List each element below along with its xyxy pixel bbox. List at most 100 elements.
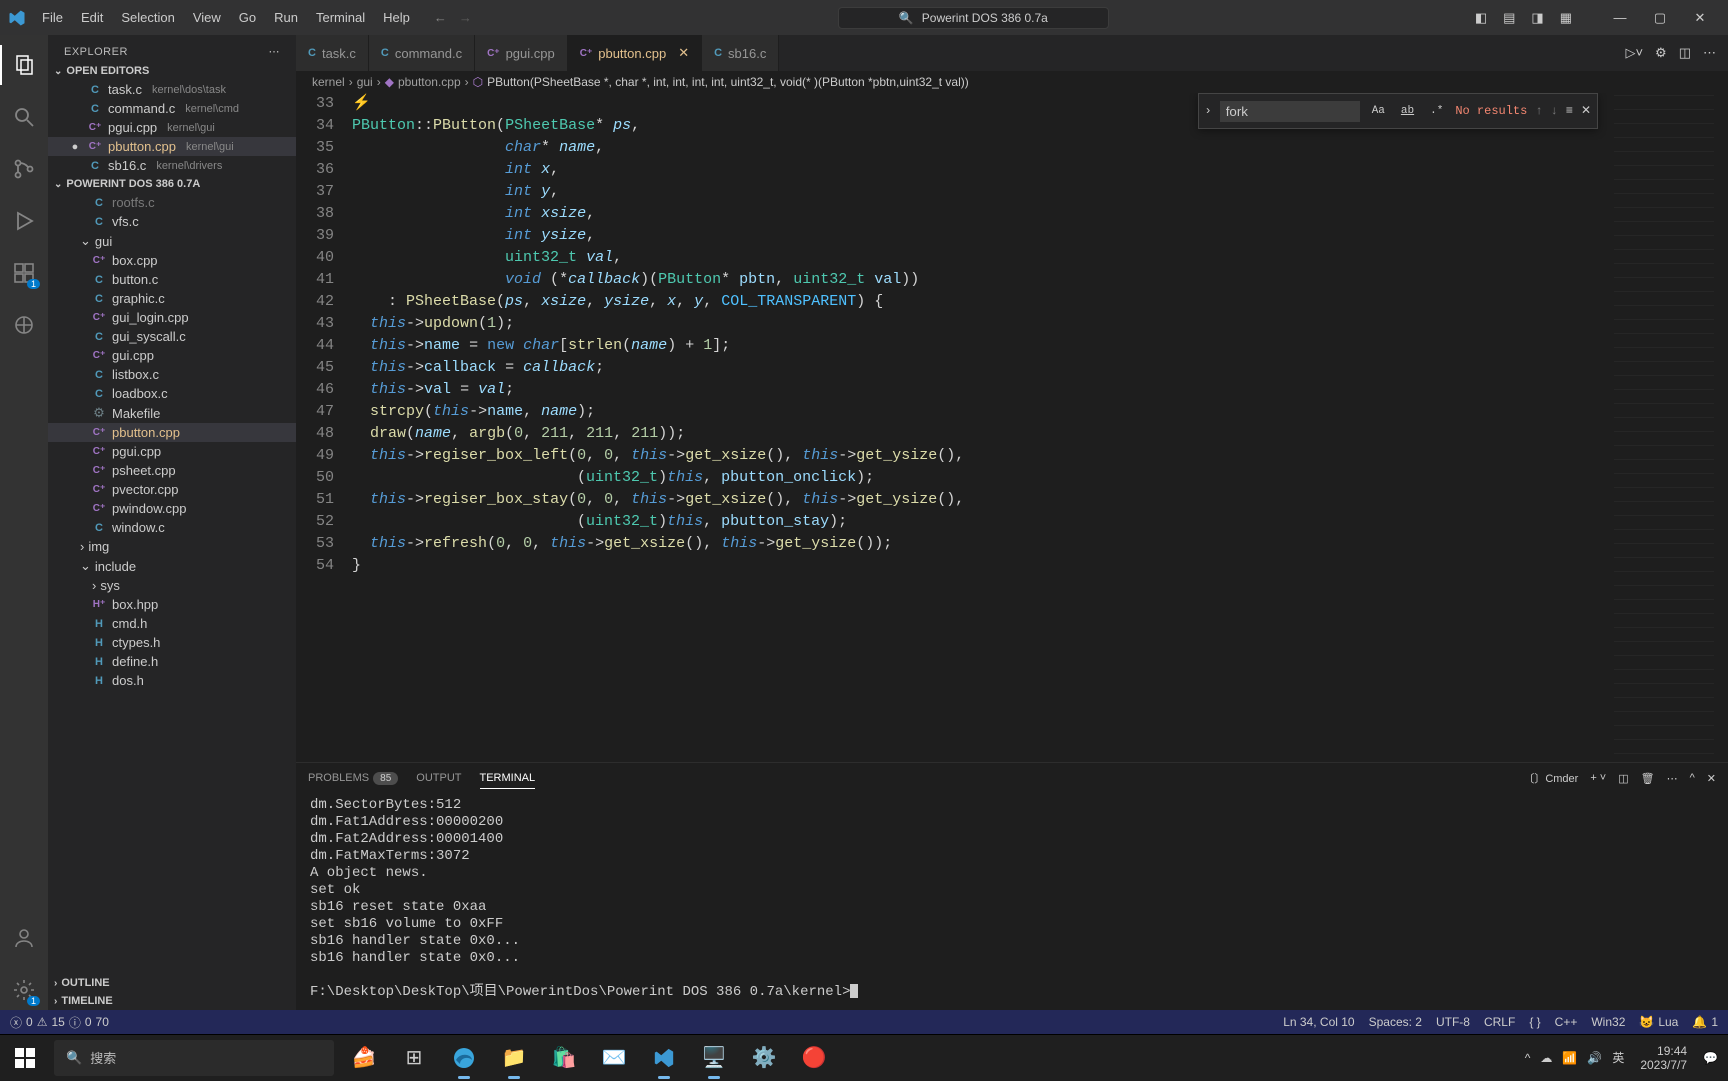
open-editor-item[interactable]: ✕C⁺pgui.cppkernel\gui	[48, 118, 296, 137]
taskbar-taskview-icon[interactable]: ⊞	[390, 1035, 438, 1081]
nav-back-icon[interactable]: ←	[434, 10, 447, 25]
folder-item[interactable]: ›img	[48, 537, 296, 556]
terminal-kill-icon[interactable]: 🗑	[1641, 772, 1655, 785]
editor-tab[interactable]: C⁺pbutton.cpp✕	[568, 35, 702, 71]
taskbar-app-cake[interactable]: 🍰	[340, 1035, 388, 1081]
file-item[interactable]: C⁺pgui.cpp	[48, 442, 296, 461]
taskbar-app-settings[interactable]: ⚙️	[740, 1035, 788, 1081]
file-item[interactable]: C⁺gui.cpp	[48, 346, 296, 365]
terminal-output[interactable]: dm.SectorBytes:512 dm.Fat1Address:000002…	[296, 793, 1728, 1010]
status-lua[interactable]: 😺 Lua	[1639, 1015, 1678, 1029]
layout-sidebar-right-icon[interactable]: ◨	[1531, 10, 1543, 26]
find-input[interactable]	[1220, 101, 1360, 122]
menu-help[interactable]: Help	[375, 6, 418, 29]
file-item[interactable]: C⁺gui_login.cpp	[48, 308, 296, 327]
file-item[interactable]: C⁺psheet.cpp	[48, 461, 296, 480]
taskbar-app-vscode[interactable]	[640, 1035, 688, 1081]
find-close-icon[interactable]: ✕	[1581, 100, 1591, 122]
file-item[interactable]: Cloadbox.c	[48, 384, 296, 403]
find-selection-icon[interactable]: ≡	[1566, 100, 1573, 122]
file-item[interactable]: H⁺box.hpp	[48, 595, 296, 614]
status-bell[interactable]: 🔔 1	[1692, 1015, 1718, 1029]
file-item[interactable]: Cwindow.c	[48, 518, 296, 537]
activity-account-icon[interactable]	[0, 918, 48, 958]
activity-extensions-icon[interactable]: 1	[0, 253, 48, 293]
activity-explorer-icon[interactable]	[0, 45, 48, 85]
file-item[interactable]: Crootfs.c	[48, 193, 296, 212]
status-lang-brace[interactable]: { }	[1529, 1015, 1540, 1029]
activity-search-icon[interactable]	[0, 97, 48, 137]
tray-wifi-icon[interactable]: 📶	[1562, 1051, 1577, 1065]
file-item[interactable]: Hdefine.h	[48, 652, 296, 671]
sidebar-more-icon[interactable]: ⋯	[269, 45, 281, 58]
status-spaces[interactable]: Spaces: 2	[1369, 1015, 1422, 1029]
start-button[interactable]	[2, 1035, 48, 1081]
editor-tab[interactable]: C⁺pgui.cpp	[475, 35, 568, 71]
open-editor-item[interactable]: ✕Ctask.ckernel\dos\task	[48, 80, 296, 99]
file-item[interactable]: Hcmd.h	[48, 614, 296, 633]
find-case-icon[interactable]: Aa	[1368, 98, 1389, 124]
menu-edit[interactable]: Edit	[73, 6, 111, 29]
file-item[interactable]: Hctypes.h	[48, 633, 296, 652]
taskbar-app-explorer[interactable]: 📁	[490, 1035, 538, 1081]
panel-tab-terminal[interactable]: TERMINAL	[480, 768, 536, 789]
status-language[interactable]: C++	[1555, 1015, 1578, 1029]
tray-chevron-icon[interactable]: ^	[1525, 1051, 1531, 1065]
tray-volume-icon[interactable]: 🔊	[1587, 1051, 1602, 1065]
find-word-icon[interactable]: ab	[1397, 98, 1418, 124]
outline-header[interactable]: ›OUTLINE	[48, 974, 296, 992]
menu-selection[interactable]: Selection	[113, 6, 182, 29]
taskbar-app-record[interactable]: 🔴	[790, 1035, 838, 1081]
activity-debug-icon[interactable]	[0, 201, 48, 241]
window-minimize-icon[interactable]: —	[1600, 3, 1640, 33]
breadcrumb[interactable]: kernel › gui › ◆ pbutton.cpp › ⬡ PButton…	[296, 71, 1728, 93]
editor-tab[interactable]: Ctask.c	[296, 35, 369, 71]
taskbar-app-mail[interactable]: ✉️	[590, 1035, 638, 1081]
folder-item[interactable]: ›sys	[48, 576, 296, 595]
panel-maximize-icon[interactable]: ^	[1690, 772, 1695, 784]
open-editor-item[interactable]: ●C⁺pbutton.cppkernel\gui	[48, 137, 296, 156]
status-encoding[interactable]: UTF-8	[1436, 1015, 1470, 1029]
find-expand-icon[interactable]: ›	[1205, 100, 1212, 122]
find-prev-icon[interactable]: ↑	[1535, 100, 1542, 122]
activity-scm-icon[interactable]	[0, 149, 48, 189]
menu-go[interactable]: Go	[231, 6, 264, 29]
file-item[interactable]: ⚙Makefile	[48, 403, 296, 423]
menu-terminal[interactable]: Terminal	[308, 6, 373, 29]
file-item[interactable]: C⁺box.cpp	[48, 251, 296, 270]
layout-customize-icon[interactable]: ▦	[1560, 10, 1572, 26]
tab-close-icon[interactable]: ✕	[678, 45, 689, 61]
split-editor-icon[interactable]: ◫	[1679, 45, 1691, 61]
tray-notifications-icon[interactable]: 💬	[1703, 1051, 1718, 1065]
editor-tab[interactable]: Ccommand.c	[369, 35, 475, 71]
file-item[interactable]: C⁺pbutton.cpp	[48, 423, 296, 442]
tab-more-icon[interactable]: ⋯	[1703, 45, 1716, 61]
file-item[interactable]: Cgui_syscall.c	[48, 327, 296, 346]
tray-ime[interactable]: 英	[1612, 1049, 1624, 1066]
panel-close-icon[interactable]: ✕	[1707, 772, 1716, 785]
file-item[interactable]: Cbutton.c	[48, 270, 296, 289]
folder-item[interactable]: ⌄gui	[48, 231, 296, 251]
taskbar-app-vmware[interactable]: 🖥️	[690, 1035, 738, 1081]
command-center[interactable]: 🔍 Powerint DOS 386 0.7a	[838, 7, 1109, 29]
layout-sidebar-left-icon[interactable]: ◧	[1475, 10, 1487, 26]
panel-more-icon[interactable]: ⋯	[1667, 772, 1678, 785]
open-editor-item[interactable]: ✕Ccommand.ckernel\cmd	[48, 99, 296, 118]
terminal-split-icon[interactable]: ◫	[1618, 772, 1628, 785]
minimap[interactable]	[1614, 93, 1714, 762]
terminal-profile-icon[interactable]: 〔〕Cmder	[1523, 770, 1578, 786]
tray-clock[interactable]: 19:44 2023/7/7	[1634, 1044, 1693, 1072]
file-item[interactable]: C⁺pvector.cpp	[48, 480, 296, 499]
nav-forward-icon[interactable]: →	[459, 10, 472, 25]
tab-settings-icon[interactable]: ⚙	[1655, 45, 1667, 61]
terminal-new-icon[interactable]: + ˅	[1590, 772, 1606, 784]
project-header[interactable]: ⌄POWERINT DOS 386 0.7A	[48, 175, 296, 193]
run-dropdown-icon[interactable]: ▷˅	[1625, 45, 1643, 61]
activity-teams-icon[interactable]	[0, 305, 48, 345]
menu-file[interactable]: File	[34, 6, 71, 29]
file-item[interactable]: Cgraphic.c	[48, 289, 296, 308]
status-eol[interactable]: CRLF	[1484, 1015, 1515, 1029]
open-editors-header[interactable]: ⌄OPEN EDITORS	[48, 62, 296, 80]
panel-tab-problems[interactable]: PROBLEMS85	[308, 768, 398, 788]
status-errors[interactable]: ⓧ 0 ⚠ 15 ⓘ 0 70	[10, 1014, 109, 1031]
